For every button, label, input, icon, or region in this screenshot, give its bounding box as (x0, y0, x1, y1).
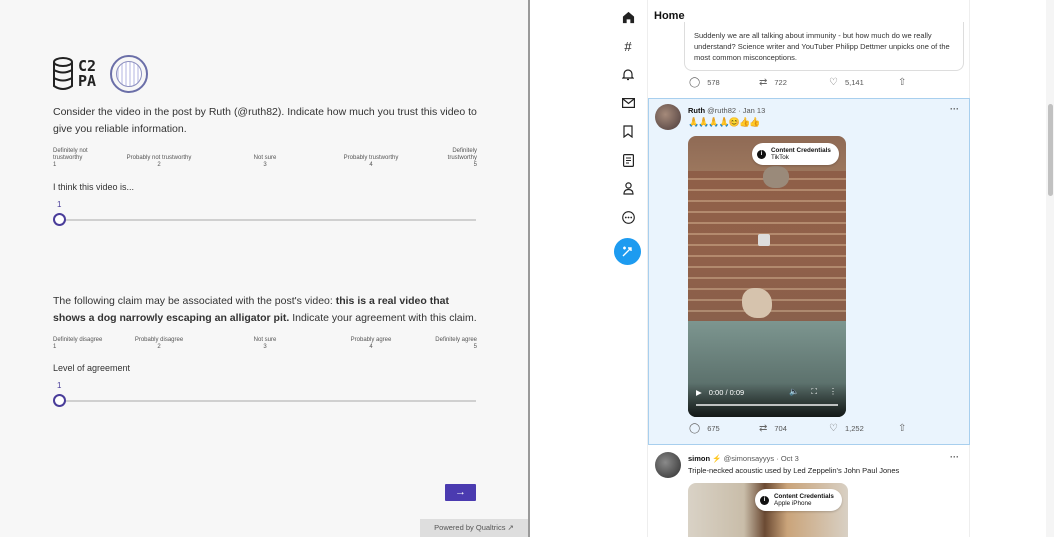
logo-row: C2 PA (52, 53, 149, 95)
content-credentials-icon: i (760, 495, 769, 505)
question-1-scale: Definitely not trustworthy 1 Probably not … (53, 148, 477, 172)
video-frame-dog (742, 288, 772, 318)
university-seal-icon (110, 55, 149, 93)
content-credentials-text: Content Credentials TikTok (771, 146, 831, 162)
question-2-text: The following claim may be associated wi… (53, 293, 477, 327)
tweet-header: simon ⚡ @simonsayyys · Oct 3 (688, 454, 799, 463)
retweet-button[interactable]: ⇄ 704 (759, 423, 787, 434)
tweet-text: Triple-necked acoustic used by Led Zeppe… (688, 466, 900, 475)
tweet-video[interactable]: ▶ 0:00 / 0:09 🔈 ⛶ ⋮ (688, 136, 846, 417)
reply-button[interactable]: ◯ 675 (689, 423, 720, 434)
play-icon[interactable]: ▶ (696, 388, 702, 397)
lightning-icon: ⚡ (712, 454, 722, 463)
quoted-tweet-text: Suddenly we are all talking about immuni… (694, 31, 950, 62)
reply-button[interactable]: ◯ 578 (689, 77, 720, 88)
scale-label-2: Probably disagree 2 (134, 337, 184, 350)
page-title: Home (654, 10, 685, 22)
survey-panel: C2 PA Consider the video in the post by … (0, 0, 529, 537)
question-1-slider-value: 1 (57, 200, 62, 209)
home-icon[interactable] (615, 6, 641, 28)
avatar[interactable] (655, 104, 681, 130)
question-2-text-prefix: The following claim may be associated wi… (53, 295, 336, 307)
messages-envelope-icon[interactable] (615, 92, 641, 114)
author-name[interactable]: Ruth (688, 106, 705, 115)
scale-label-5: Definitely trustworthy 5 (447, 148, 477, 168)
like-button[interactable]: ♡ 1,252 (829, 423, 864, 434)
c2pa-logo-line2: PA (78, 72, 97, 90)
c2pa-logo: C2 PA (52, 56, 96, 92)
content-credentials-badge[interactable]: i Content Credentials Apple iPhone (755, 489, 842, 511)
video-time: ▶ 0:00 / 0:09 (696, 388, 744, 397)
retweet-button[interactable]: ⇄ 722 (759, 77, 787, 88)
next-button[interactable]: → (445, 484, 476, 501)
scale-label-1: Definitely not trustworthy 1 (53, 148, 88, 168)
video-frame-cat (763, 166, 789, 188)
scale-label-3: Not sure 3 (253, 337, 277, 350)
reply-icon: ◯ (689, 77, 701, 88)
scale-label-2: Probably not trustworthy 2 (126, 155, 192, 168)
compose-tweet-button[interactable] (614, 238, 641, 265)
content-credentials-badge[interactable]: i Content Credentials TikTok (752, 143, 839, 165)
avatar[interactable] (655, 452, 681, 478)
lists-icon[interactable] (615, 149, 641, 171)
video-right-controls: 🔈 ⛶ ⋮ (789, 387, 837, 397)
content-credentials-icon: i (757, 149, 766, 159)
tweet-actions: ◯ 675 ⇄ 704 ♡ 1,252 ⇧ (689, 423, 919, 437)
content-credentials-text: Content Credentials Apple iPhone (774, 492, 834, 508)
question-1-slider-label: I think this video is... (53, 182, 135, 192)
profile-icon[interactable] (615, 177, 641, 199)
share-icon: ⇧ (898, 423, 907, 434)
tweet-more-icon[interactable]: ··· (950, 104, 959, 114)
share-button[interactable]: ⇧ (898, 423, 906, 434)
notifications-bell-icon[interactable] (615, 63, 641, 85)
scale-label-4: Probably agree 4 (350, 337, 392, 350)
previous-tweet-actions: ◯ 578 ⇄ 722 ♡ 5,141 ⇧ (689, 77, 919, 91)
question-2-slider-value: 1 (57, 381, 62, 390)
scale-label-1: Definitely disagree 1 (53, 337, 103, 350)
c2pa-logo-text: C2 PA (78, 59, 96, 89)
question-1-slider-track[interactable] (60, 219, 476, 221)
tweet-text: 🙏🙏🙏🙏😊👍👍 (688, 117, 760, 127)
quoted-tweet[interactable]: Suddenly we are all talking about immuni… (684, 22, 964, 71)
video-time-text: 0:00 / 0:09 (708, 388, 745, 397)
question-1-slider-handle[interactable] (53, 213, 66, 226)
scale-label-4: Probably trustworthy 4 (343, 155, 399, 168)
tweet-more-icon[interactable]: ··· (950, 452, 959, 462)
scale-label-5: Definitely agree 5 (435, 337, 477, 350)
more-options-circle-icon[interactable] (615, 206, 641, 228)
c2pa-logo-icon (53, 57, 73, 90)
author-name[interactable]: simon (688, 454, 710, 463)
video-menu-icon[interactable]: ⋮ (829, 387, 837, 397)
question-2-slider-handle[interactable] (53, 394, 66, 407)
share-button[interactable]: ⇧ (898, 77, 906, 88)
video-frame-pipe (758, 234, 770, 246)
scrollbar[interactable] (1046, 0, 1054, 537)
like-button[interactable]: ♡ 5,141 (829, 77, 864, 88)
question-2-text-suffix: Indicate your agreement with this claim. (289, 312, 477, 324)
author-handle-date: @ruth82 · Jan 13 (707, 106, 766, 115)
question-2-scale: Definitely disagree 1 Probably disagree 2 … (53, 337, 477, 361)
volume-icon[interactable]: 🔈 (789, 387, 799, 397)
fullscreen-icon[interactable]: ⛶ (811, 387, 817, 397)
tweet-header: Ruth @ruth82 · Jan 13 (688, 106, 765, 115)
heart-icon: ♡ (829, 423, 838, 434)
retweet-icon: ⇄ (759, 423, 768, 434)
reply-icon: ◯ (689, 423, 701, 434)
explore-hashtag-icon[interactable]: # (615, 35, 641, 57)
scrollbar-thumb[interactable] (1048, 104, 1053, 196)
feather-plus-icon (622, 246, 632, 257)
question-1-text: Consider the video in the post by Ruth (… (53, 106, 477, 135)
retweet-icon: ⇄ (759, 77, 768, 88)
heart-icon: ♡ (829, 77, 838, 88)
scale-label-3: Not sure 3 (253, 155, 277, 168)
share-icon: ⇧ (898, 77, 907, 88)
question-2-slider-track[interactable] (60, 400, 476, 402)
author-handle-date: @simonsayyys · Oct 3 (723, 454, 799, 463)
question-2-slider-label: Level of agreement (53, 363, 131, 373)
video-progress-bar[interactable] (696, 404, 838, 406)
powered-by-qualtrics-link[interactable]: Powered by Qualtrics ↗ (420, 519, 528, 537)
bookmarks-icon[interactable] (615, 120, 641, 142)
